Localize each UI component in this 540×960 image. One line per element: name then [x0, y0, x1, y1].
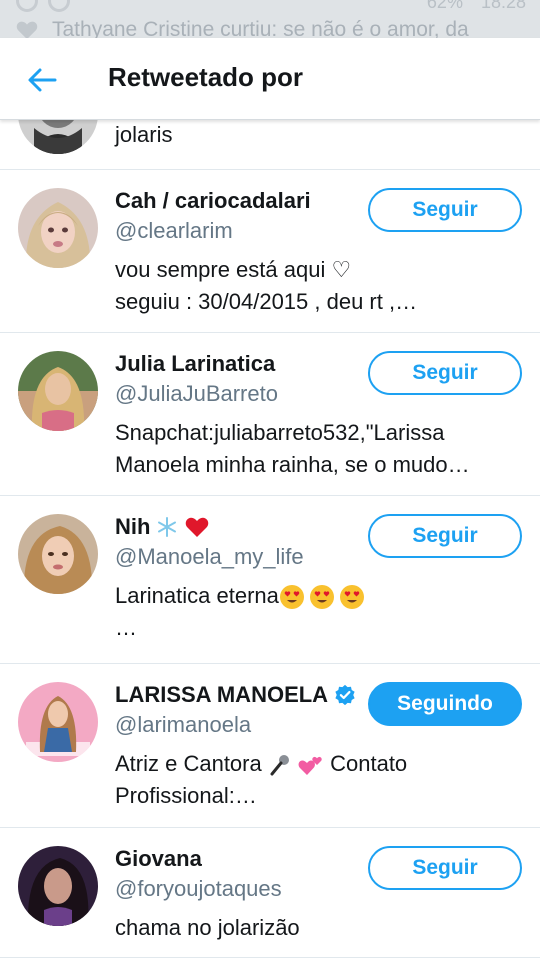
heart-eyes-icon: [279, 585, 304, 610]
user-name[interactable]: Julia Larinatica: [115, 351, 275, 377]
bio-line: seguiu : 30/04/2015 , deu rt ,…: [115, 289, 418, 314]
app-notification-icon: [48, 0, 70, 12]
user-name[interactable]: Nih: [115, 514, 150, 540]
bio-line: Atriz e Cantora Contato: [115, 748, 515, 780]
heart-eyes-icon: [339, 585, 364, 610]
user-bio: Atriz e Cantora Contato Profissional:…: [115, 748, 515, 812]
heart-eyes-icon: [309, 585, 334, 610]
user-name[interactable]: Cah / cariocadalari: [115, 188, 311, 214]
bio-line: chama no jolarizão: [115, 915, 300, 940]
page-title: Retweetado por: [108, 62, 304, 92]
notification-text: Tathyane Cristine curtiu: se não é o amo…: [52, 18, 469, 38]
avatar[interactable]: [18, 846, 98, 926]
app-header: Retweetado por: [0, 38, 540, 120]
back-button[interactable]: [22, 60, 62, 100]
avatar[interactable]: [18, 120, 98, 154]
bio-text: Atriz e Cantora: [115, 751, 262, 776]
user-name[interactable]: Giovana: [115, 846, 202, 872]
red-heart-icon: [186, 517, 209, 537]
snowflake-icon: [158, 517, 177, 537]
user-bio: Larinatica eterna …: [115, 580, 515, 644]
following-button[interactable]: Seguindo: [368, 682, 522, 726]
heart-icon: [16, 21, 38, 38]
notification-ticker: Tathyane Cristine curtiu: se não é o amo…: [16, 18, 469, 38]
verified-badge-icon: [335, 684, 355, 706]
bio-line: vou sempre está aqui ♡: [115, 257, 352, 282]
clock: 18:28: [480, 0, 526, 12]
user-bio: chama no jolarizão: [115, 912, 515, 944]
bio-line: …: [115, 615, 137, 640]
bio-line: Profissional:…: [115, 783, 257, 808]
bio-line: Larinatica eterna: [115, 580, 515, 612]
list-item[interactable]: Nih @Manoela_my_life Larinatica eterna ……: [0, 496, 540, 664]
bio-line: Manoela minha rainha, se o mudo…: [115, 452, 470, 477]
follow-button[interactable]: Seguir: [368, 514, 522, 558]
follow-button[interactable]: Seguir: [368, 188, 522, 232]
bio-text: Contato: [330, 751, 408, 776]
user-name[interactable]: LARISSA MANOELA: [115, 682, 328, 708]
status-bar: Tathyane Cristine curtiu: se não é o amo…: [0, 0, 540, 38]
bio-line: Snapchat:juliabarreto532,"Larissa: [115, 420, 445, 445]
two-hearts-icon: [298, 757, 322, 776]
list-item[interactable]: LARISSA MANOELA @larimanoela Atriz e Can…: [0, 664, 540, 828]
user-bio: vou sempre está aqui ♡ seguiu : 30/04/20…: [115, 254, 515, 318]
avatar[interactable]: [18, 188, 98, 268]
bio-text: Larinatica eterna: [115, 583, 279, 608]
microphone-icon: [270, 755, 289, 776]
list-item[interactable]: Julia Larinatica @JuliaJuBarreto Snapcha…: [0, 333, 540, 496]
battery-level: 62%: [426, 0, 463, 12]
list-item[interactable]: jolaris: [0, 120, 540, 170]
avatar[interactable]: [18, 351, 98, 431]
follow-button[interactable]: Seguir: [368, 846, 522, 890]
user-bio: jolaris: [115, 122, 173, 147]
app-notification-icon: [16, 0, 38, 12]
avatar[interactable]: [18, 682, 98, 762]
status-right: 62% 18:28: [427, 0, 526, 13]
list-item[interactable]: Giovana @foryoujotaques chama no jolariz…: [0, 828, 540, 958]
list-item[interactable]: Cah / cariocadalari @clearlarim vou semp…: [0, 170, 540, 333]
arrow-left-icon: [28, 68, 57, 92]
avatar[interactable]: [18, 514, 98, 594]
user-bio: Snapchat:juliabarreto532,"Larissa Manoel…: [115, 417, 515, 481]
follow-button[interactable]: Seguir: [368, 351, 522, 395]
status-icons: [16, 0, 70, 12]
retweeters-list[interactable]: jolaris Cah / cariocadalari @clearlarim …: [0, 120, 540, 960]
